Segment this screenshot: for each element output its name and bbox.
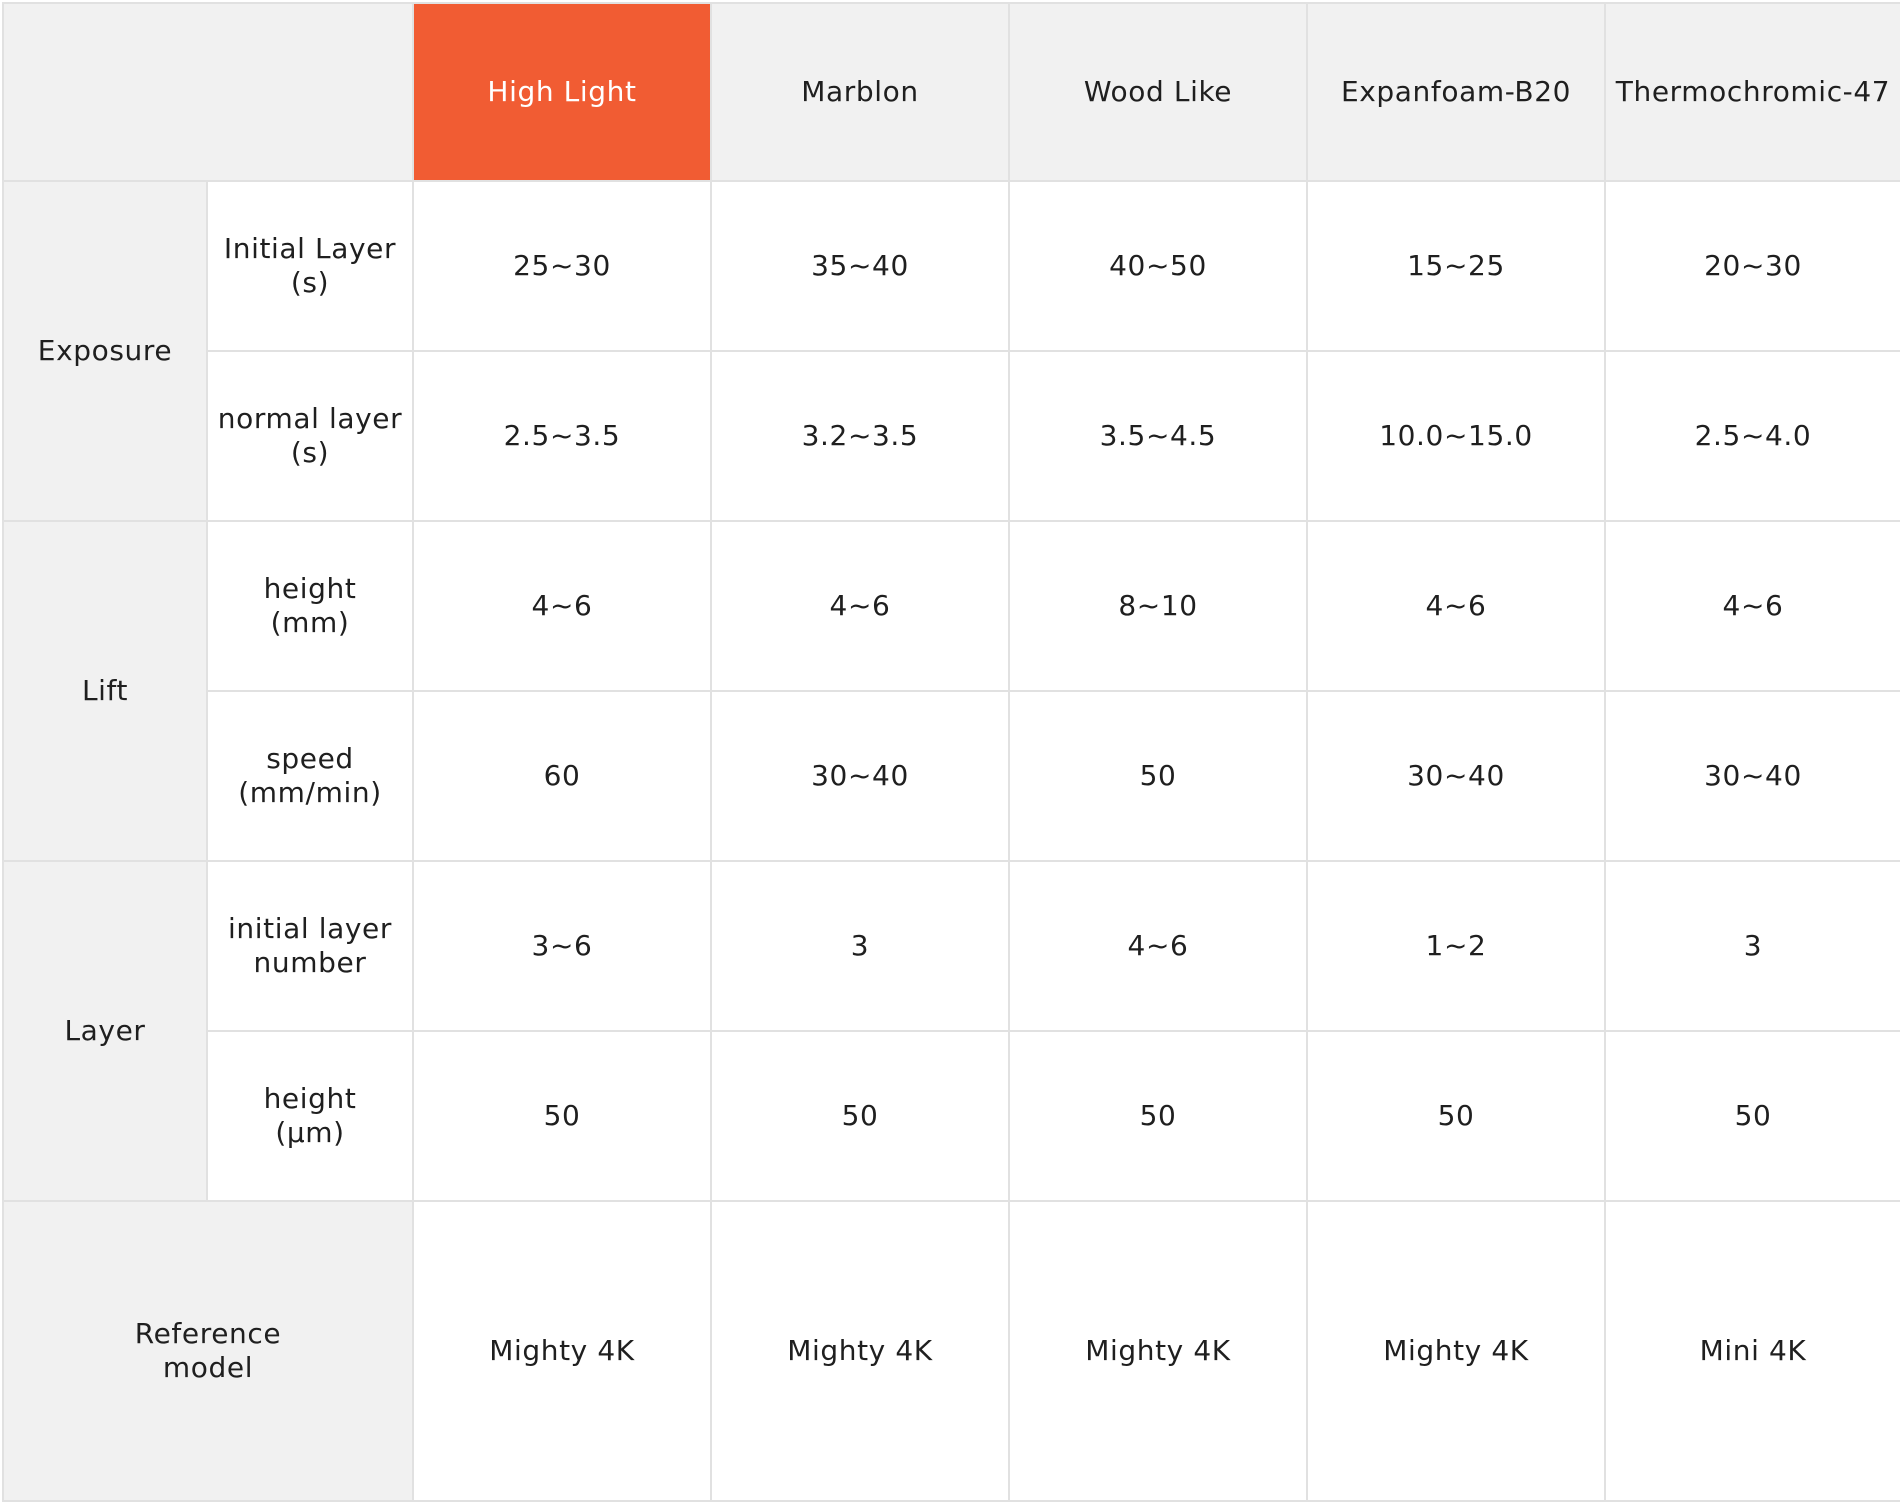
table-cell: 25~30: [412, 180, 712, 352]
column-header-marblon: Marblon: [710, 2, 1010, 182]
column-header-thermochromic-47: Thermochromic-47: [1604, 2, 1900, 182]
column-header-expanfoam-b20: Expanfoam-B20: [1306, 2, 1606, 182]
table-cell: 60: [412, 690, 712, 862]
group-label-layer: Layer: [2, 860, 208, 1202]
table-cell: 50: [1008, 690, 1308, 862]
table-cell: 2.5~3.5: [412, 350, 712, 522]
row-label-initial-layer-number: initial layer number: [206, 860, 414, 1032]
table-cell: 4~6: [1008, 860, 1308, 1032]
table-cell: 4~6: [710, 520, 1010, 692]
table-cell: 1~2: [1306, 860, 1606, 1032]
table-cell: 50: [412, 1030, 712, 1202]
table-cell: 4~6: [1604, 520, 1900, 692]
table-cell: 15~25: [1306, 180, 1606, 352]
table-cell: 3: [710, 860, 1010, 1032]
table-cell: 50: [1008, 1030, 1308, 1202]
corner-cell: [2, 2, 414, 182]
row-label-unit: (mm): [270, 606, 350, 639]
row-label-line: Initial Layer: [223, 232, 397, 265]
table-cell: 10.0~15.0: [1306, 350, 1606, 522]
table-row: height (μm) 50 50 50 50 50: [3, 1030, 1900, 1202]
table-cell: Mighty 4K: [412, 1200, 712, 1502]
table-row: speed (mm/min) 60 30~40 50 30~40 30~40: [3, 690, 1900, 862]
row-label-line: speed: [266, 742, 354, 775]
table-cell: 50: [710, 1030, 1010, 1202]
row-label-line: height: [263, 1082, 357, 1115]
table-cell: Mighty 4K: [1306, 1200, 1606, 1502]
row-label-normal-layer-exposure: normal layer (s): [206, 350, 414, 522]
table-row-reference-model: Reference model Mighty 4K Mighty 4K Migh…: [2, 1200, 1900, 1502]
row-label-line: height: [263, 572, 357, 605]
table-cell: 3.5~4.5: [1008, 350, 1308, 522]
table-cell: 4~6: [412, 520, 712, 692]
parameter-table-container: High Light Marblon Wood Like Expanfoam-B…: [0, 0, 1900, 1503]
row-label-line: model: [162, 1351, 254, 1384]
table-cell: 3.2~3.5: [710, 350, 1010, 522]
table-cell: 2.5~4.0: [1604, 350, 1900, 522]
table-cell: 30~40: [1306, 690, 1606, 862]
table-cell: 8~10: [1008, 520, 1308, 692]
row-label-line: Reference: [134, 1317, 282, 1350]
table-row: Exposure Initial Layer (s) 25~30 35~40 4…: [2, 180, 1900, 522]
row-label-lift-speed: speed (mm/min): [206, 690, 414, 862]
group-label-exposure: Exposure: [2, 180, 208, 522]
row-label-reference-model: Reference model: [2, 1200, 414, 1502]
table-cell: 4~6: [1306, 520, 1606, 692]
table-cell: 30~40: [710, 690, 1010, 862]
table-row: normal layer (s) 2.5~3.5 3.2~3.5 3.5~4.5…: [3, 350, 1900, 522]
row-label-layer-height: height (μm): [206, 1030, 414, 1202]
column-header-high-light: High Light: [412, 2, 712, 182]
row-label-unit: (s): [290, 266, 330, 299]
table-cell: 50: [1306, 1030, 1606, 1202]
table-cell: 50: [1604, 1030, 1900, 1202]
row-label-initial-layer-exposure: Initial Layer (s): [206, 180, 414, 352]
table-cell: 20~30: [1604, 180, 1900, 352]
table-cell: Mighty 4K: [1008, 1200, 1308, 1502]
column-header-wood-like: Wood Like: [1008, 2, 1308, 182]
table-cell: Mini 4K: [1604, 1200, 1900, 1502]
table-cell: 35~40: [710, 180, 1010, 352]
row-label-unit: (mm/min): [238, 776, 382, 809]
table-cell: 3~6: [412, 860, 712, 1032]
table-cell: 40~50: [1008, 180, 1308, 352]
header-row: High Light Marblon Wood Like Expanfoam-B…: [2, 2, 1900, 182]
table-cell: Mighty 4K: [710, 1200, 1010, 1502]
table-cell: 3: [1604, 860, 1900, 1032]
table-row: Layer initial layer number 3~6 3 4~6 1~2…: [2, 860, 1900, 1202]
table-cell: 30~40: [1604, 690, 1900, 862]
row-label-lift-height: height (mm): [206, 520, 414, 692]
group-label-lift: Lift: [2, 520, 208, 862]
row-label-line: initial layer: [228, 912, 392, 945]
row-label-line: number: [253, 946, 367, 979]
row-label-unit: (μm): [275, 1116, 345, 1149]
row-label-unit: (s): [290, 436, 330, 469]
row-label-line: normal layer: [217, 402, 403, 435]
table-row: Lift height (mm) 4~6 4~6 8~10 4~6 4~6: [2, 520, 1900, 862]
print-parameters-table: High Light Marblon Wood Like Expanfoam-B…: [2, 2, 1900, 1502]
